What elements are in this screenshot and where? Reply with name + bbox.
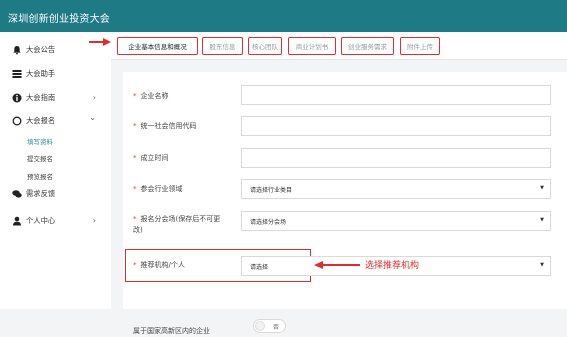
sidebar-item-feedback[interactable]: 需求反馈 <box>0 185 111 203</box>
main-content: 企业基本信息和概况 股东信息 核心团队 商业计划书 创业服务需求 附件上传 * 企… <box>111 32 567 335</box>
tab-company-info[interactable]: 企业基本信息和概况 <box>117 37 198 55</box>
circle-icon <box>11 116 22 127</box>
required-marker: * <box>133 92 137 100</box>
chat-icon <box>11 189 22 200</box>
tab-bar: 企业基本信息和概况 股东信息 核心团队 商业计划书 创业服务需求 附件上传 <box>111 32 567 60</box>
tab-core-team[interactable]: 核心团队 <box>248 37 282 55</box>
referrer-label: * 推荐机构/个人 <box>133 261 185 269</box>
referrer-select-value: 请选择 <box>250 263 269 271</box>
required-marker: * <box>133 154 137 162</box>
industry-label: * 参会行业领域 <box>133 185 183 193</box>
industry-select[interactable]: 请选择行业类目 ▼ <box>241 179 551 199</box>
sidebar-item-label: 大会公告 <box>26 45 56 54</box>
venue-label-continued: 改) <box>133 226 143 234</box>
chevron-right-icon: › <box>92 216 96 225</box>
venue-select-value: 请选择分会场 <box>250 218 287 226</box>
app-title: 深圳创新创业投资大会 <box>8 14 110 25</box>
chevron-down-icon: ⌄ <box>89 113 96 122</box>
annotation-text: 选择推荐机构 <box>365 261 420 271</box>
toggle-knob <box>255 321 265 331</box>
required-marker: * <box>133 122 137 130</box>
bell-icon <box>11 45 22 56</box>
industry-select-value: 请选择行业类目 <box>250 186 293 194</box>
chevron-right-icon: › <box>92 93 96 102</box>
tab-shareholders[interactable]: 股东信息 <box>202 37 243 55</box>
toggle-text: 否 <box>273 324 280 331</box>
venue-select[interactable]: 请选择分会场 ▼ <box>241 211 551 231</box>
sidebar: 大会公告 大会助手 大会指南 › 大会报名 ⌄ 填写资料 提交报名 预览报名 需… <box>0 32 111 309</box>
venue-label: * 报名分会场(保存后不可更 <box>133 215 221 223</box>
sidebar-item-assistant[interactable]: 大会助手 <box>0 65 111 83</box>
tab-service-needs[interactable]: 创业服务需求 <box>341 37 394 55</box>
info-icon <box>11 93 22 104</box>
credit-code-input[interactable] <box>241 116 551 136</box>
user-icon <box>11 216 22 227</box>
company-name-label: * 企业名称 <box>133 92 169 100</box>
caret-down-icon: ▼ <box>540 217 544 223</box>
subitem-submit[interactable]: 提交报名 <box>27 153 53 163</box>
form-card: * 企业名称 * 统一社会信用代码 * 成立时间 * 参会行业领域 请选择行业类目 ▼ … <box>123 72 567 335</box>
sidebar-item-label: 个人中心 <box>26 216 56 225</box>
sidebar-item-profile[interactable]: 个人中心 › <box>0 212 111 230</box>
high-tech-zone-label: 属于国家高新区内的企业 <box>133 327 210 335</box>
sidebar-item-guide[interactable]: 大会指南 › <box>0 89 111 107</box>
top-header: 深圳创新创业投资大会 <box>0 0 567 32</box>
required-marker: * <box>133 215 137 223</box>
subitem-fill-info[interactable]: 填写资料 <box>27 136 53 146</box>
required-marker: * <box>133 185 137 193</box>
annotation-arrow-tabs <box>89 38 111 46</box>
sidebar-item-label: 大会助手 <box>26 69 56 78</box>
credit-code-label: * 统一社会信用代码 <box>133 122 197 130</box>
caret-down-icon: ▼ <box>540 262 544 268</box>
sidebar-item-label: 大会指南 <box>26 93 56 102</box>
subitem-preview[interactable]: 预览报名 <box>27 171 53 181</box>
founded-label: * 成立时间 <box>133 154 169 162</box>
founded-date-input[interactable] <box>241 148 551 168</box>
sidebar-item-registration[interactable]: 大会报名 ⌄ <box>0 112 111 130</box>
annotation-arrow-referrer <box>314 261 360 269</box>
caret-down-icon: ▼ <box>540 185 544 191</box>
list-icon <box>11 69 22 80</box>
sidebar-item-label: 需求反馈 <box>26 189 56 198</box>
required-marker: * <box>133 261 137 269</box>
tab-attachments[interactable]: 附件上传 <box>400 37 440 55</box>
company-name-input[interactable] <box>241 85 551 105</box>
high-tech-zone-toggle[interactable]: 否 <box>253 319 286 333</box>
sidebar-item-label: 大会报名 <box>26 116 56 125</box>
tab-business-plan[interactable]: 商业计划书 <box>288 37 336 55</box>
